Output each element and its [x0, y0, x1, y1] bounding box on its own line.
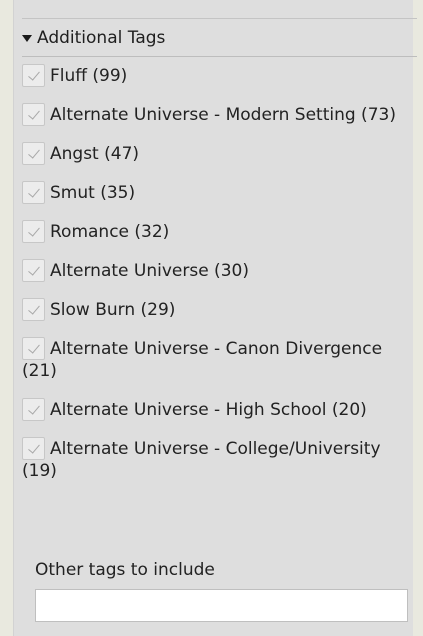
checkbox[interactable] [22, 220, 45, 243]
checkbox[interactable] [22, 298, 45, 321]
tag-item-au-modern-setting[interactable]: Alternate Universe - Modern Setting (73) [22, 103, 415, 126]
tag-item-au-high-school[interactable]: Alternate Universe - High School (20) [22, 398, 415, 421]
tag-label: Alternate Universe - College/University … [22, 439, 381, 481]
tag-item-angst[interactable]: Angst (47) [22, 142, 415, 165]
tag-label: Alternate Universe (30) [50, 261, 249, 281]
other-tags-label: Other tags to include [35, 560, 215, 580]
checkbox[interactable] [22, 437, 45, 460]
tag-item-fluff[interactable]: Fluff (99) [22, 64, 415, 87]
tag-item-alternate-universe[interactable]: Alternate Universe (30) [22, 259, 415, 282]
tag-item-smut[interactable]: Smut (35) [22, 181, 415, 204]
tag-label: Angst (47) [50, 144, 140, 164]
checkbox[interactable] [22, 337, 45, 360]
checkbox[interactable] [22, 103, 45, 126]
triangle-down-icon [22, 35, 32, 42]
checkbox[interactable] [22, 64, 45, 87]
checkbox[interactable] [22, 259, 45, 282]
section-title: Additional Tags [37, 28, 166, 48]
other-tags-input[interactable] [35, 589, 408, 622]
tag-item-romance[interactable]: Romance (32) [22, 220, 415, 243]
tag-item-au-college-university[interactable]: Alternate Universe - College/University … [22, 437, 415, 482]
checkbox[interactable] [22, 398, 45, 421]
tag-label: Fluff (99) [50, 66, 128, 86]
checkbox[interactable] [22, 181, 45, 204]
tag-label: Alternate Universe - Canon Divergence (2… [22, 339, 383, 381]
tag-label: Romance (32) [50, 222, 170, 242]
tag-label: Alternate Universe - Modern Setting (73) [50, 105, 396, 125]
additional-tags-toggle[interactable]: Additional Tags [22, 20, 417, 57]
checkbox[interactable] [22, 142, 45, 165]
tag-item-slow-burn[interactable]: Slow Burn (29) [22, 298, 415, 321]
tag-label: Alternate Universe - High School (20) [50, 400, 367, 420]
tag-list: Fluff (99) Alternate Universe - Modern S… [22, 64, 415, 498]
tag-item-au-canon-divergence[interactable]: Alternate Universe - Canon Divergence (2… [22, 337, 415, 382]
divider [22, 18, 417, 19]
tag-label: Smut (35) [50, 183, 136, 203]
tag-label: Slow Burn (29) [50, 300, 176, 320]
